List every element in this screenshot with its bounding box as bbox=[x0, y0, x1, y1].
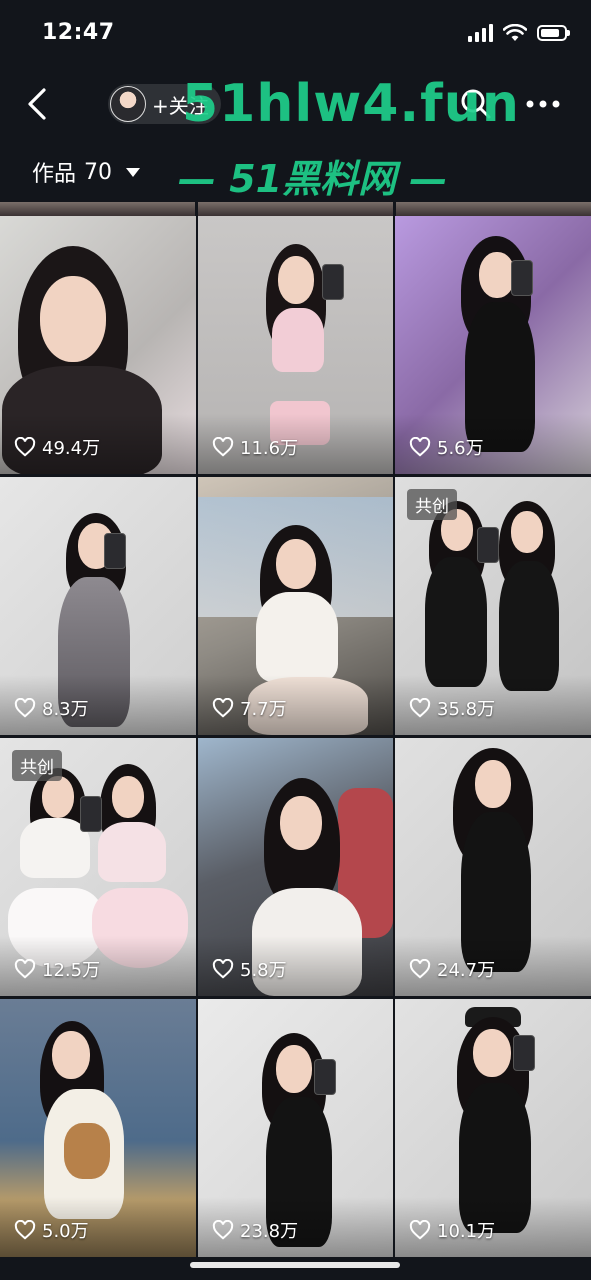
watermark-domain: 51hlw4.fun bbox=[182, 74, 520, 134]
more-options-icon[interactable] bbox=[526, 100, 560, 108]
previous-row-strip bbox=[0, 202, 591, 216]
video-tile[interactable]: 共创 12.5万 bbox=[0, 738, 196, 996]
video-tile[interactable]: 24.7万 bbox=[395, 738, 591, 996]
heart-icon bbox=[212, 959, 234, 979]
heart-icon bbox=[14, 698, 36, 718]
like-count: 5.0万 bbox=[42, 1221, 89, 1242]
like-count-group: 5.8万 bbox=[212, 956, 287, 982]
like-count-group: 11.6万 bbox=[212, 434, 298, 460]
heart-icon bbox=[409, 1220, 431, 1240]
works-count: 70 bbox=[84, 159, 113, 185]
status-icons bbox=[468, 24, 570, 42]
like-count-group: 8.3万 bbox=[14, 695, 89, 721]
heart-icon bbox=[14, 437, 36, 457]
video-tile[interactable]: 共创 35.8万 bbox=[395, 477, 591, 735]
like-count: 49.4万 bbox=[42, 438, 101, 459]
heart-icon bbox=[212, 698, 234, 718]
like-count-group: 12.5万 bbox=[14, 956, 100, 982]
like-count-group: 23.8万 bbox=[212, 1217, 298, 1243]
like-count: 7.7万 bbox=[240, 699, 287, 720]
works-filter[interactable]: 作品 70 bbox=[32, 156, 141, 188]
back-arrow-icon[interactable] bbox=[22, 86, 54, 122]
heart-icon bbox=[409, 698, 431, 718]
video-grid: 49.4万 11.6万 5.6万 8.3万 7.7万 共创 35.8万 共创 1… bbox=[0, 216, 591, 1257]
video-tile[interactable]: 10.1万 bbox=[395, 999, 591, 1257]
like-count-group: 7.7万 bbox=[212, 695, 287, 721]
like-count: 5.8万 bbox=[240, 960, 287, 981]
heart-icon bbox=[14, 959, 36, 979]
video-tile[interactable]: 11.6万 bbox=[198, 216, 393, 474]
like-count: 11.6万 bbox=[240, 438, 299, 459]
like-count: 5.6万 bbox=[437, 438, 484, 459]
like-count: 12.5万 bbox=[42, 960, 101, 981]
heart-icon bbox=[409, 959, 431, 979]
like-count-group: 24.7万 bbox=[409, 956, 495, 982]
video-tile[interactable]: 23.8万 bbox=[198, 999, 393, 1257]
cellular-signal-icon bbox=[468, 24, 493, 42]
works-label: 作品 bbox=[32, 162, 77, 187]
video-tile[interactable]: 5.0万 bbox=[0, 999, 196, 1257]
co-creation-badge: 共创 bbox=[12, 750, 62, 781]
like-count-group: 35.8万 bbox=[409, 695, 495, 721]
caret-down-icon bbox=[126, 167, 141, 177]
like-count: 23.8万 bbox=[240, 1221, 299, 1242]
video-tile[interactable]: 5.8万 bbox=[198, 738, 393, 996]
video-tile[interactable]: 5.6万 bbox=[395, 216, 591, 474]
video-tile[interactable]: 8.3万 bbox=[0, 477, 196, 735]
like-count-group: 49.4万 bbox=[14, 434, 100, 460]
video-tile[interactable]: 49.4万 bbox=[0, 216, 196, 474]
like-count-group: 10.1万 bbox=[409, 1217, 495, 1243]
like-count-group: 5.0万 bbox=[14, 1217, 89, 1243]
heart-icon bbox=[212, 437, 234, 457]
watermark-subtitle: — 51黑料网 — bbox=[178, 157, 448, 201]
wifi-icon bbox=[503, 24, 527, 41]
like-count: 24.7万 bbox=[437, 960, 496, 981]
like-count-group: 5.6万 bbox=[409, 434, 484, 460]
status-bar: 12:47 bbox=[0, 0, 591, 70]
avatar bbox=[110, 86, 146, 122]
status-time: 12:47 bbox=[42, 20, 115, 45]
battery-icon bbox=[537, 25, 570, 41]
heart-icon bbox=[14, 1220, 36, 1240]
heart-icon bbox=[409, 437, 431, 457]
like-count: 10.1万 bbox=[437, 1221, 496, 1242]
like-count: 8.3万 bbox=[42, 699, 89, 720]
home-indicator[interactable] bbox=[190, 1262, 400, 1268]
heart-icon bbox=[212, 1220, 234, 1240]
profile-works-screen: 12:47 +关注 作品 70 51hlw4.fun — 51黑料网 — 49.… bbox=[0, 0, 591, 1280]
video-tile[interactable]: 7.7万 bbox=[198, 477, 393, 735]
like-count: 35.8万 bbox=[437, 699, 496, 720]
co-creation-badge: 共创 bbox=[407, 489, 457, 520]
